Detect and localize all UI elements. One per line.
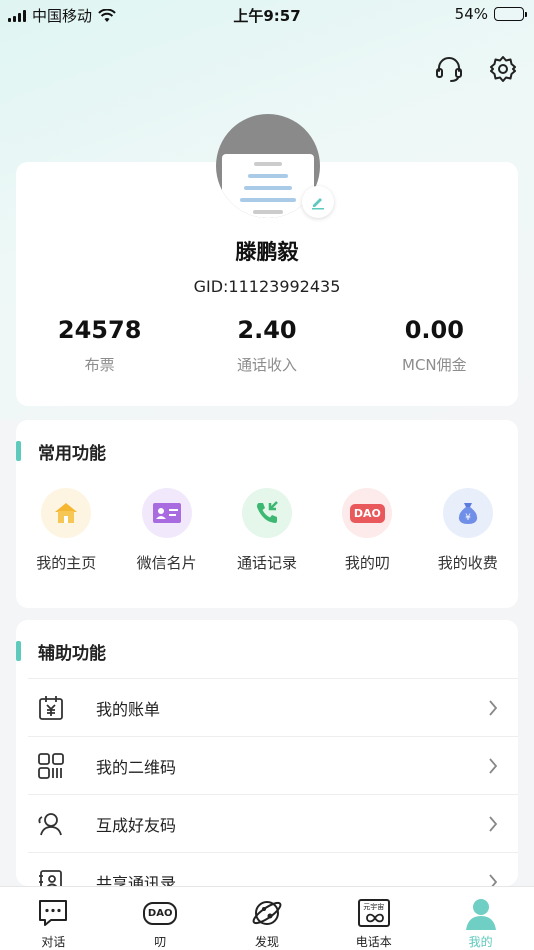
home-icon [41,488,92,538]
func-label: 我的收费 [437,554,498,572]
dao-icon: DAO [342,488,393,538]
func-label: 微信名片 [136,554,197,572]
func-label: 通话记录 [236,554,297,572]
aux-functions-card: 辅助功能 我的账单 我的二维码 互成好友码 共享通讯录 [16,620,518,886]
chevron-right-icon [489,874,498,886]
stat-label: MCN佣金 [402,356,467,374]
stats-row: 24578 布票 2.40 通话收入 0.00 MCN佣金 [16,316,518,375]
row-shared-contacts[interactable]: 共享通讯录 [28,852,518,886]
func-label: 我的叨 [344,554,390,572]
chevron-right-icon [489,758,498,774]
row-my-qrcode[interactable]: 我的二维码 [28,736,518,794]
profile-icon [427,895,534,931]
tab-chat[interactable]: 对话 [0,887,107,950]
tab-label: 我的 [468,935,493,949]
stat-value: 0.00 [404,316,464,344]
section-accent-bar [16,641,21,661]
friend-code-icon [34,807,68,841]
tab-label: 电话本 [355,935,392,949]
row-label: 互成好友码 [96,815,177,835]
section-accent-bar [16,441,21,461]
phonebook-icon: 元宇宙 [320,895,427,931]
section-title: 常用功能 [38,443,106,464]
planet-icon [214,895,321,931]
func-my-fees[interactable]: ¥ 我的收费 [418,488,518,573]
tab-label: 发现 [254,935,279,949]
settings-gear-icon[interactable] [488,54,518,84]
stat-mcn-commission[interactable]: 0.00 MCN佣金 [351,316,518,375]
chevron-right-icon [489,700,498,716]
edit-profile-button[interactable] [302,186,334,218]
contacts-icon [34,865,68,886]
tab-phonebook[interactable]: 元宇宙 电话本 [320,887,427,950]
row-label: 我的二维码 [96,757,177,777]
battery-percent: 54% [454,5,488,23]
stat-label: 布票 [84,356,115,374]
qr-icon [34,749,68,783]
bottom-tab-bar: 对话 DAO 叨 发现 元宇宙 电话本 我的 [0,886,534,950]
svg-text:¥: ¥ [465,513,471,523]
bill-icon [34,691,68,725]
stat-label: 通话收入 [236,356,297,374]
money-bag-icon: ¥ [442,488,493,538]
func-call-log[interactable]: 通话记录 [217,488,317,573]
row-label: 共享通讯录 [96,873,177,887]
row-my-bill[interactable]: 我的账单 [28,678,518,736]
tab-label: 叨 [154,935,167,949]
chevron-right-icon [489,816,498,832]
row-friend-code[interactable]: 互成好友码 [28,794,518,852]
call-log-icon [241,488,292,538]
tab-label: 对话 [41,935,66,949]
tab-mine[interactable]: 我的 [427,887,534,950]
card-icon [141,488,192,538]
stat-bupiao[interactable]: 24578 布票 [16,316,183,375]
func-my-homepage[interactable]: 我的主页 [16,488,116,573]
stat-value: 2.40 [237,316,297,344]
func-label: 我的主页 [36,554,97,572]
user-name: 滕鹏毅 [235,240,299,264]
dao-tab-icon: DAO [107,895,214,931]
status-bar: 中国移动 上午9:57 54% [0,0,534,28]
common-functions-card: 常用功能 我的主页 微信名片 通话记录 DAO 我的叨 ¥ 我的收费 [16,420,518,608]
battery-icon [494,7,527,21]
chat-icon [0,895,107,931]
func-my-dao[interactable]: DAO 我的叨 [317,488,417,573]
func-wechat-card[interactable]: 微信名片 [116,488,216,573]
stat-value: 24578 [57,316,142,344]
row-label: 我的账单 [96,699,161,719]
section-title: 辅助功能 [38,643,106,664]
customer-service-icon[interactable] [434,54,464,84]
user-gid: GID:11123992435 [193,277,341,296]
tab-discover[interactable]: 发现 [214,887,321,950]
tab-dao[interactable]: DAO 叨 [107,887,214,950]
stat-call-income[interactable]: 2.40 通话收入 [183,316,350,375]
pencil-icon [312,198,324,210]
